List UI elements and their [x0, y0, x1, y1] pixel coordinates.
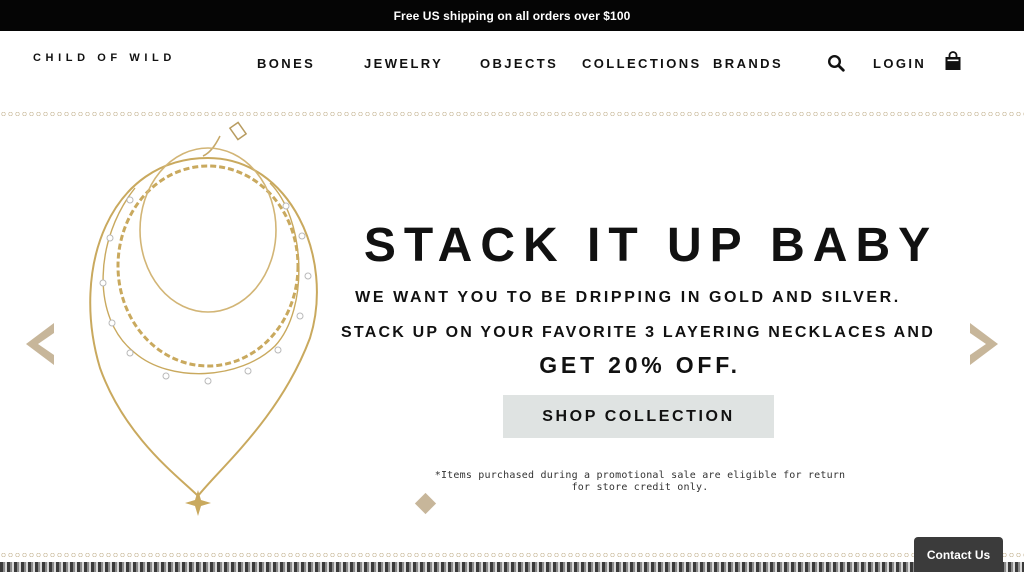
login-link[interactable]: LOGIN — [873, 56, 926, 71]
necklace-image — [89, 121, 318, 516]
hero-line-3: GET 20% OFF. — [539, 352, 741, 378]
hero-banner: STACK IT UP BABY WE WANT YOU TO BE DRIPP… — [0, 118, 1024, 550]
slide-indicator-dot[interactable] — [414, 492, 437, 515]
announcement-bar: Free US shipping on all orders over $100 — [0, 0, 1024, 31]
chevron-left-icon[interactable] — [24, 321, 58, 367]
promo-disclaimer: *Items purchased during a promotional sa… — [434, 470, 846, 493]
nav-objects[interactable]: OBJECTS — [480, 56, 558, 71]
hero-headline: STACK IT UP BABY — [363, 219, 939, 272]
hero-line-1: WE WANT YOU TO BE DRIPPING IN GOLD AND S… — [355, 289, 901, 306]
next-section-edge — [0, 562, 1024, 572]
shopping-bag-icon[interactable] — [944, 51, 962, 71]
nav-collections[interactable]: COLLECTIONS — [582, 56, 702, 71]
search-icon[interactable] — [827, 54, 845, 72]
hero-line-2: STACK UP ON YOUR FAVORITE 3 LAYERING NEC… — [341, 324, 935, 341]
nav-brands[interactable]: BRANDS — [713, 56, 783, 71]
site-header: CHILD OF WILD BONES JEWELRY OBJECTS COLL… — [0, 31, 1024, 110]
announcement-text: Free US shipping on all orders over $100 — [393, 8, 631, 23]
nav-jewelry[interactable]: JEWELRY — [364, 56, 443, 71]
chevron-right-icon[interactable] — [966, 321, 1000, 367]
shop-collection-button[interactable]: SHOP COLLECTION — [503, 395, 774, 438]
contact-us-button[interactable]: Contact Us — [914, 537, 1003, 572]
chain-divider-bottom — [0, 552, 1024, 558]
chain-divider-top — [0, 111, 1024, 117]
nav-bones[interactable]: BONES — [257, 56, 315, 71]
site-logo[interactable]: CHILD OF WILD — [33, 52, 176, 64]
